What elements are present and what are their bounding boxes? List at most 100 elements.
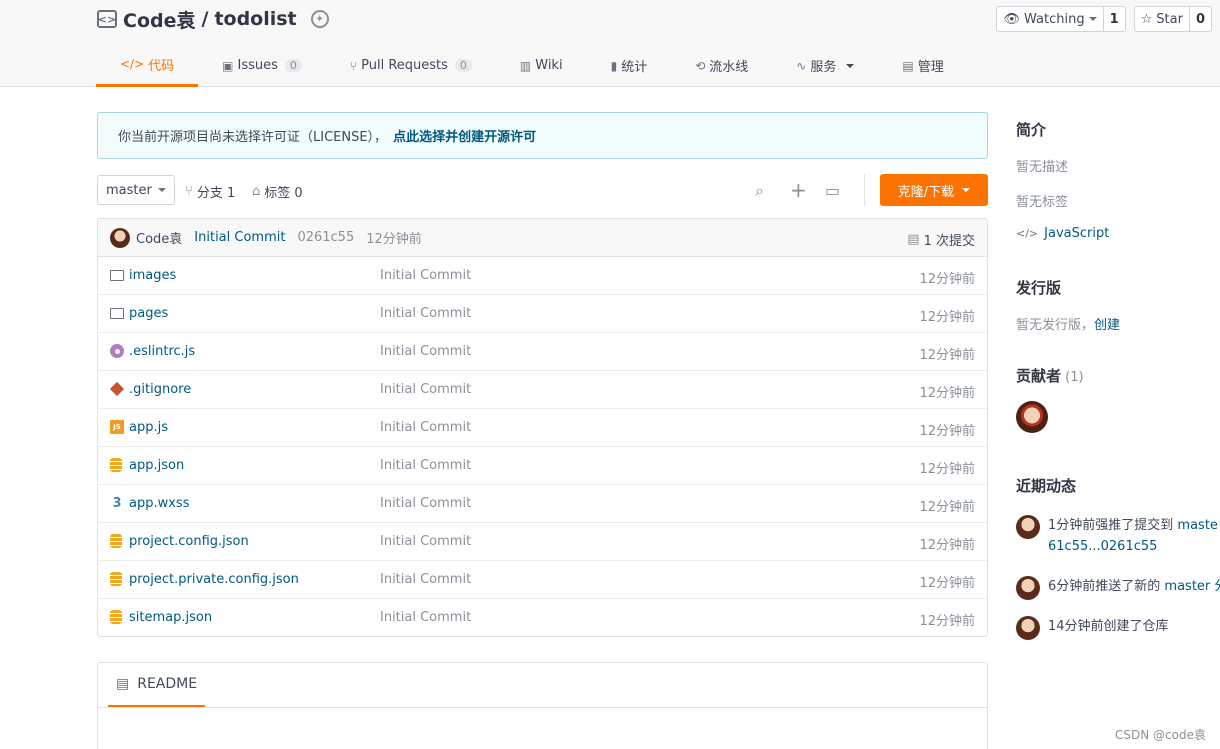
activity-branch-link[interactable]: maste: [1177, 518, 1218, 533]
file-name-link[interactable]: images: [129, 268, 176, 283]
readme-label: README: [137, 676, 198, 692]
avatar[interactable]: [1016, 616, 1040, 640]
repo-owner-link[interactable]: Code袁: [123, 6, 195, 33]
pulse-icon: ∿: [796, 58, 807, 73]
tab-wiki[interactable]: ▥ Wiki: [496, 44, 587, 87]
list-item: 6分钟前推送了新的 master 分: [1016, 576, 1220, 600]
file-name-link[interactable]: .gitignore: [129, 382, 191, 397]
table-row[interactable]: .gitignore Initial Commit 12分钟前: [98, 371, 987, 409]
table-row[interactable]: .eslintrc.js Initial Commit 12分钟前: [98, 333, 987, 371]
file-name-link[interactable]: app.wxss: [129, 496, 189, 511]
avatar[interactable]: [1016, 515, 1040, 539]
file-commit-time: 12分钟前: [919, 576, 975, 591]
watch-button[interactable]: 👁 Watching: [997, 7, 1104, 31]
folder-icon: [110, 308, 124, 319]
create-release-link[interactable]: 创建: [1094, 318, 1120, 333]
tab-label: 流水线: [709, 60, 749, 75]
file-name-link[interactable]: app.json: [129, 458, 184, 473]
language-link[interactable]: JavaScript: [1044, 226, 1109, 241]
table-row[interactable]: images Initial Commit 12分钟前: [98, 257, 987, 295]
json-icon: [110, 534, 122, 548]
table-row[interactable]: sitemap.json Initial Commit 12分钟前: [98, 599, 987, 637]
table-row[interactable]: 3 app.wxss Initial Commit 12分钟前: [98, 485, 987, 523]
file-commit-time: 12分钟前: [919, 424, 975, 439]
monitor-icon[interactable]: ▭: [825, 181, 840, 200]
tags-count: 标签 0: [264, 186, 303, 201]
file-name-link[interactable]: .eslintrc.js: [129, 344, 195, 359]
table-row[interactable]: pages Initial Commit 12分钟前: [98, 295, 987, 333]
repo-toolbar: master ⑂ 分支 1 ⌂ 标签 0 ⌕ + ▭ 克隆/下载: [97, 174, 988, 206]
tab-pipeline[interactable]: ⟲ 流水线: [671, 44, 772, 87]
branches-link[interactable]: ⑂ 分支 1: [185, 182, 235, 201]
chevron-down-icon: [1088, 17, 1097, 21]
tab-label: 服务: [810, 60, 837, 75]
star-count[interactable]: 0: [1190, 7, 1211, 31]
tab-services[interactable]: ∿ 服务: [772, 44, 878, 87]
table-row[interactable]: project.private.config.json Initial Comm…: [98, 561, 987, 599]
no-release-text: 暂无发行版，: [1016, 318, 1095, 333]
commit-author-link[interactable]: Code袁: [136, 228, 182, 247]
table-row[interactable]: app.json Initial Commit 12分钟前: [98, 447, 987, 485]
file-commit-message[interactable]: Initial Commit: [380, 306, 471, 321]
repo-title: <> Code袁 / todolist ✦: [97, 6, 329, 32]
file-name-link[interactable]: project.config.json: [129, 534, 249, 549]
commit-message-link[interactable]: Initial Commit: [194, 230, 285, 245]
clone-download-button[interactable]: 克隆/下载: [880, 174, 988, 206]
file-commit-message[interactable]: Initial Commit: [380, 344, 471, 359]
latest-commit-bar: Code袁 Initial Commit 0261c55 12分钟前 ▤ 1 次…: [98, 219, 987, 257]
activity-title: 近期动态: [1016, 477, 1077, 495]
readme-tab[interactable]: ▤ README: [108, 663, 206, 708]
avatar[interactable]: [1016, 401, 1048, 433]
file-commit-message[interactable]: Initial Commit: [380, 458, 471, 473]
file-name-link[interactable]: sitemap.json: [129, 610, 212, 625]
plus-icon[interactable]: +: [790, 178, 807, 202]
issues-icon: ▣: [222, 58, 234, 73]
avatar[interactable]: [110, 227, 130, 248]
file-commit-message[interactable]: Initial Commit: [380, 610, 471, 625]
css-icon: 3: [112, 495, 122, 511]
tags-link[interactable]: ⌂ 标签 0: [252, 182, 303, 201]
file-name-link[interactable]: pages: [129, 306, 168, 321]
file-commit-message[interactable]: Initial Commit: [380, 420, 471, 435]
tab-code[interactable]: </> 代码: [96, 44, 199, 87]
license-notice: 你当前开源项目尚未选择许可证（LICENSE）， 点此选择并创建开源许可: [97, 112, 988, 159]
create-license-link[interactable]: 点此选择并创建开源许可: [393, 126, 536, 145]
branch-select[interactable]: master: [97, 175, 175, 205]
document-icon: ▤: [116, 676, 130, 692]
language-info: </> JavaScript: [1016, 226, 1109, 241]
no-tags-text: 暂无标签: [1016, 195, 1069, 210]
star-button[interactable]: ☆ Star: [1135, 7, 1190, 31]
tab-pull-requests[interactable]: ⑂ Pull Requests 0: [326, 44, 496, 87]
watch-count[interactable]: 1: [1104, 7, 1125, 31]
file-commit-message[interactable]: Initial Commit: [380, 534, 471, 549]
file-commit-message[interactable]: Initial Commit: [380, 268, 471, 283]
file-commit-message[interactable]: Initial Commit: [380, 572, 471, 587]
activity-commit-range-link[interactable]: 61c55...0261c55: [1048, 539, 1157, 554]
branch-name: master: [106, 182, 152, 198]
tab-label: 管理: [917, 60, 944, 75]
repo-name-link[interactable]: todolist: [214, 8, 296, 30]
search-icon[interactable]: ⌕: [755, 181, 764, 201]
file-commit-time: 12分钟前: [919, 272, 975, 287]
activity-branch-link[interactable]: master 分: [1164, 579, 1220, 594]
file-name-link[interactable]: project.private.config.json: [129, 572, 299, 587]
file-name-link[interactable]: app.js: [129, 420, 168, 435]
commits-count-link[interactable]: ▤ 1 次提交: [907, 230, 975, 249]
file-commit-message[interactable]: Initial Commit: [380, 382, 471, 397]
activity-text: 1分钟前强推了提交到: [1048, 518, 1174, 533]
tab-stats[interactable]: ▮ 统计: [587, 44, 672, 87]
tab-label: Wiki: [535, 58, 563, 73]
chevron-down-icon: [846, 63, 855, 68]
table-row[interactable]: project.config.json Initial Commit 12分钟前: [98, 523, 987, 561]
tab-manage[interactable]: ▤ 管理: [878, 44, 967, 87]
file-commit-message[interactable]: Initial Commit: [380, 496, 471, 511]
branches-count: 分支 1: [196, 186, 236, 201]
avatar[interactable]: [1016, 576, 1040, 600]
repo-tabs: </> 代码 ▣ Issues 0 ⑂ Pull Requests 0 ▥ Wi…: [96, 44, 968, 87]
table-row[interactable]: JS app.js Initial Commit 12分钟前: [98, 409, 987, 447]
tab-label: Pull Requests: [361, 58, 448, 73]
license-notice-text: 你当前开源项目尚未选择许可证（LICENSE），: [118, 130, 388, 145]
commit-sha-link[interactable]: 0261c55: [297, 230, 354, 245]
tab-issues[interactable]: ▣ Issues 0: [198, 44, 326, 87]
recommend-badge-icon[interactable]: ✦: [310, 10, 329, 28]
